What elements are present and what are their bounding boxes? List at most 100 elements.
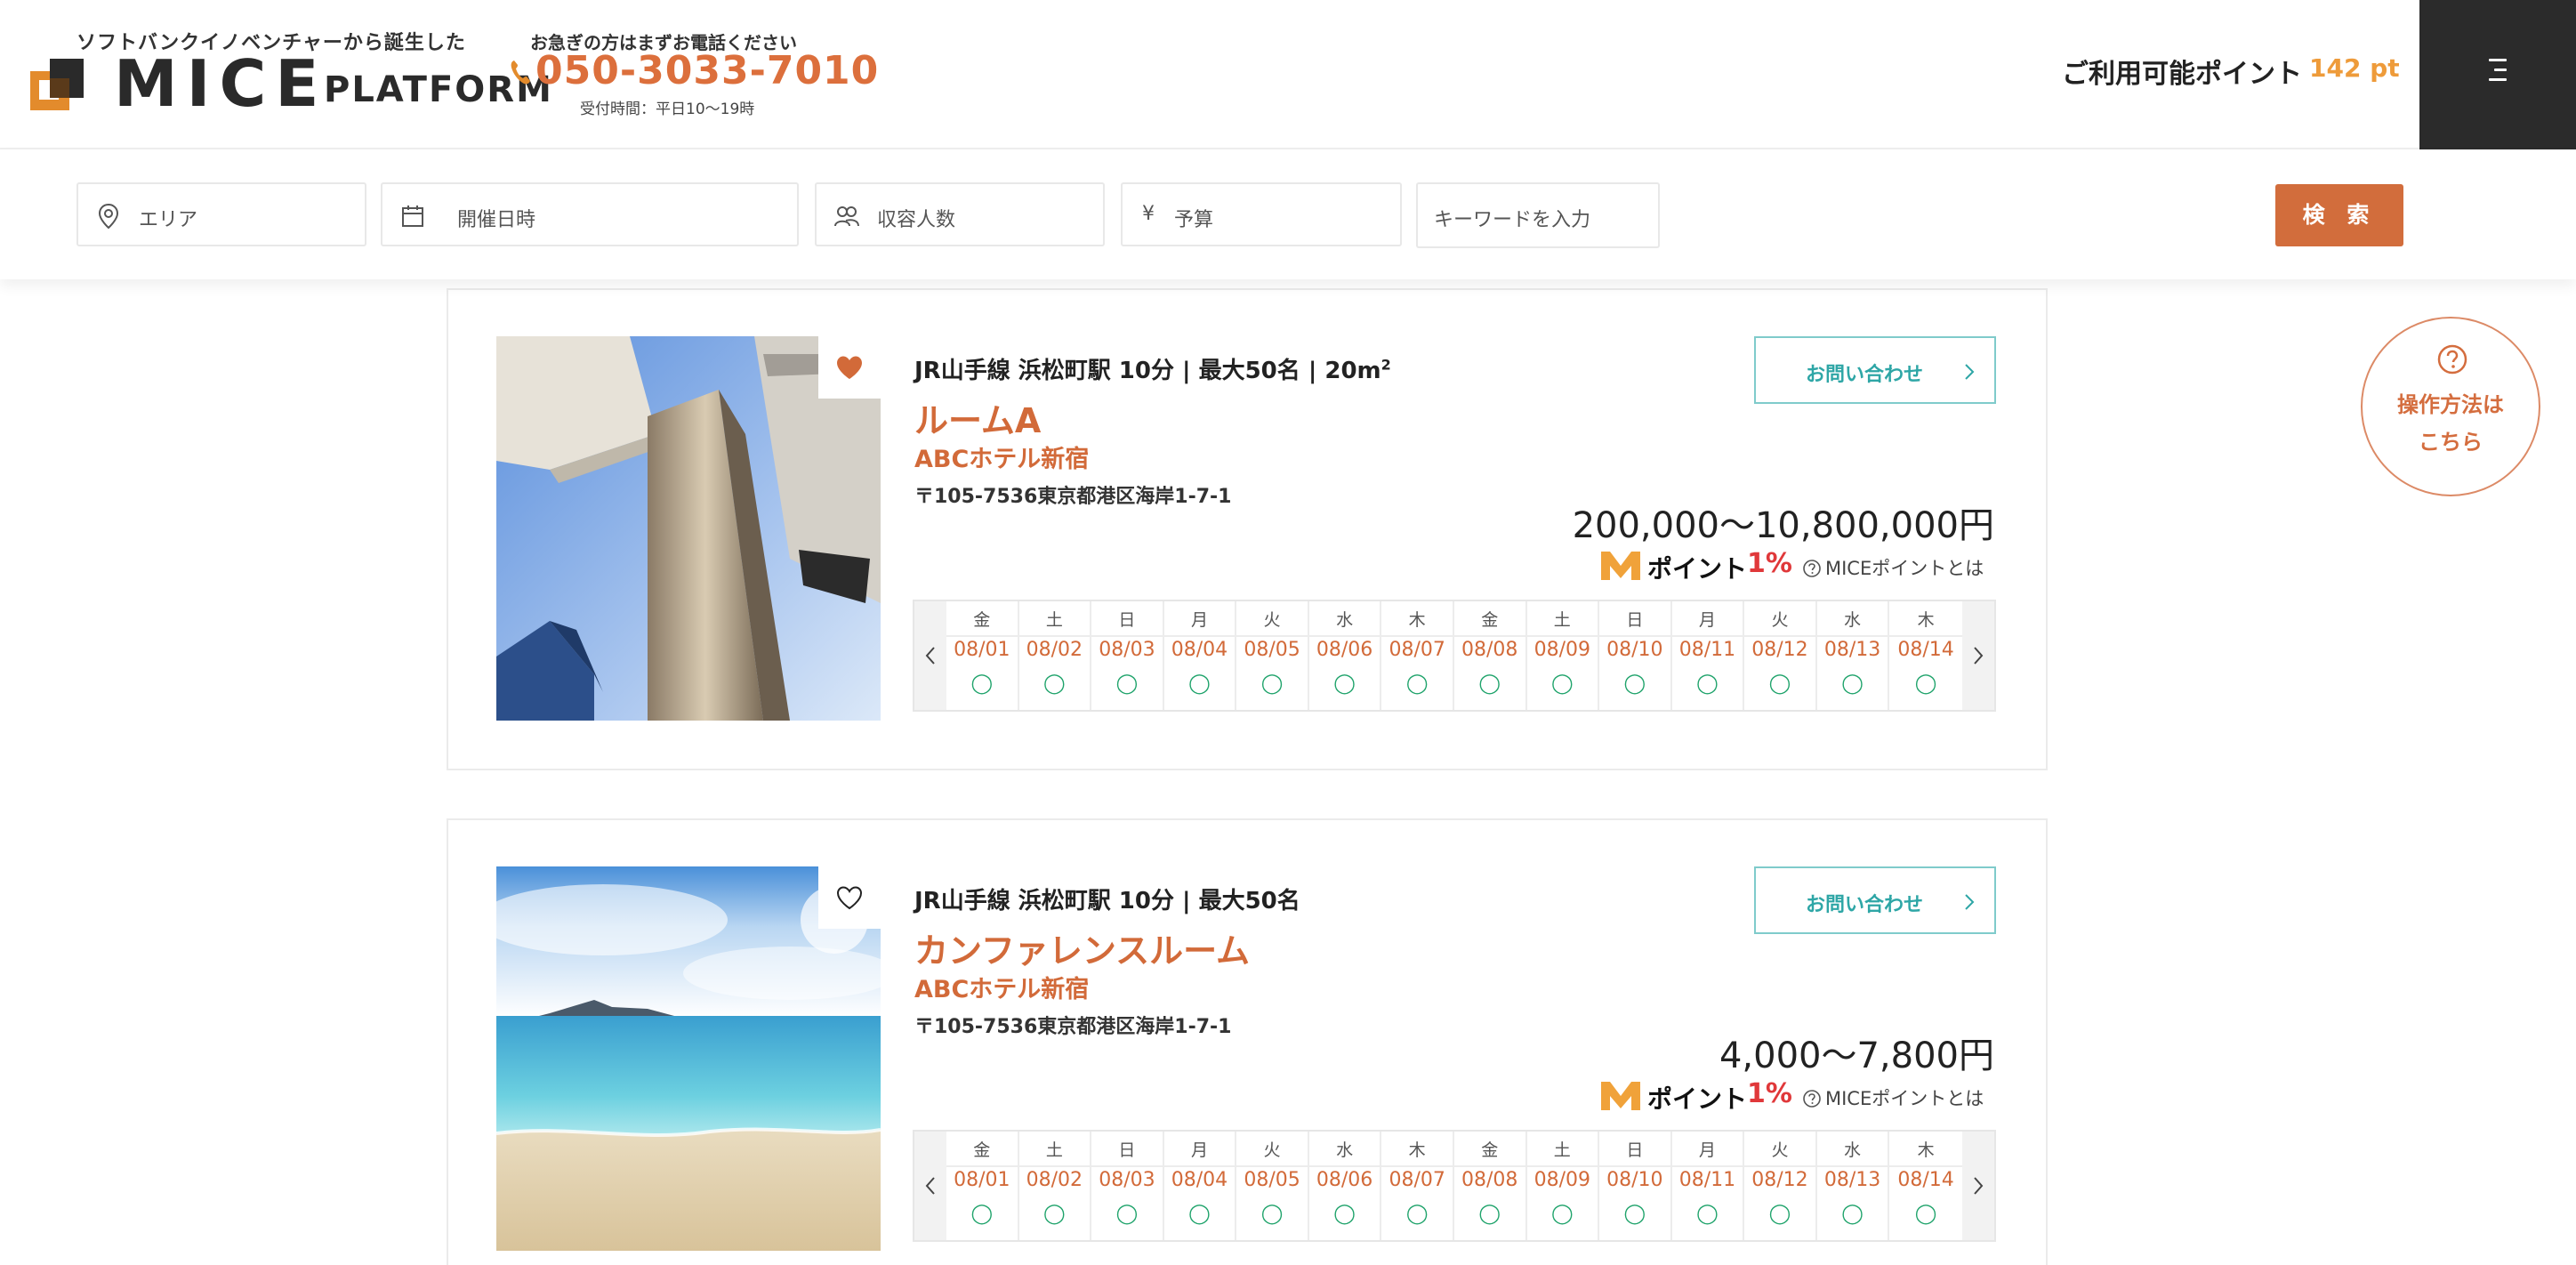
date-field[interactable]: 開催日時 xyxy=(381,182,799,246)
availability-mark: ◯ xyxy=(1550,673,1574,695)
menu-icon xyxy=(2489,59,2507,61)
calendar-next-button[interactable] xyxy=(1962,1132,1994,1240)
day-date: 08/04 xyxy=(1163,1165,1236,1191)
calendar-day[interactable]: 金 08/01 ◯ xyxy=(946,1132,1019,1240)
day-of-week: 木 xyxy=(1917,610,1935,630)
capacity-placeholder: 収容人数 xyxy=(877,209,956,231)
help-guide-button[interactable]: 操作方法は こちら xyxy=(2361,317,2540,496)
search-button[interactable]: 検 索 xyxy=(2275,184,2403,246)
logo-mark-icon[interactable] xyxy=(27,55,87,114)
calendar-day[interactable]: 日 08/03 ◯ xyxy=(1091,1132,1164,1240)
chevron-right-icon xyxy=(1965,894,1975,910)
mice-point-info-link[interactable]: MICEポイントとは xyxy=(1802,554,1984,581)
day-date: 08/10 xyxy=(1599,1165,1670,1191)
availability-calendar: 金 08/01 ◯ 土 08/02 ◯ 日 08/03 ◯ 月 08/04 ◯ 火 08/05 ◯ … xyxy=(913,1130,1996,1242)
availability-mark: ◯ xyxy=(1333,673,1356,695)
day-of-week: 土 xyxy=(1045,1140,1063,1160)
calendar-day[interactable]: 月 08/04 ◯ xyxy=(1163,601,1237,710)
chevron-right-icon xyxy=(1974,647,1984,665)
price-range: 4,000〜7,800円 xyxy=(1719,1035,1994,1076)
day-date: 08/08 xyxy=(1453,635,1525,661)
calendar-prev-button[interactable] xyxy=(914,601,946,710)
chevron-right-icon xyxy=(1974,1177,1984,1195)
calendar-day[interactable]: 日 08/10 ◯ xyxy=(1599,1132,1672,1240)
mice-point-logo-icon xyxy=(1601,1082,1640,1110)
calendar-day[interactable]: 水 08/13 ◯ xyxy=(1816,601,1890,710)
menu-icon-bar xyxy=(2494,68,2507,71)
hamburger-menu-button[interactable] xyxy=(2419,0,2576,149)
day-of-week: 金 xyxy=(973,1140,991,1160)
logo-wordmark[interactable]: MICE xyxy=(114,48,327,119)
inquiry-button[interactable]: お問い合わせ xyxy=(1754,336,1996,404)
inquiry-label: お問い合わせ xyxy=(1806,894,1924,916)
availability-mark: ◯ xyxy=(1043,1203,1066,1225)
question-circle-icon xyxy=(2437,344,2467,375)
calendar-day[interactable]: 火 08/12 ◯ xyxy=(1744,601,1817,710)
budget-field[interactable]: ¥ 予算 xyxy=(1121,182,1402,246)
calendar-day[interactable]: 木 08/07 ◯ xyxy=(1381,1132,1454,1240)
calendar-day[interactable]: 水 08/06 ◯ xyxy=(1308,601,1382,710)
help-text-line1: 操作方法は xyxy=(2397,392,2504,417)
day-of-week: 火 xyxy=(1263,610,1281,630)
calendar-day[interactable]: 日 08/10 ◯ xyxy=(1599,601,1672,710)
hotel-name[interactable]: ABCホテル新宿 xyxy=(914,439,1089,474)
day-of-week: 水 xyxy=(1844,610,1862,630)
calendar-icon xyxy=(402,205,423,227)
calendar-day[interactable]: 木 08/07 ◯ xyxy=(1381,601,1454,710)
hotel-name[interactable]: ABCホテル新宿 xyxy=(914,970,1089,1004)
area-unit-superscript: 2 xyxy=(1381,356,1391,374)
calendar-day[interactable]: 木 08/14 ◯ xyxy=(1889,1132,1962,1240)
day-of-week: 木 xyxy=(1408,610,1426,630)
day-date: 08/09 xyxy=(1526,635,1598,661)
calendar-day[interactable]: 火 08/05 ◯ xyxy=(1236,1132,1309,1240)
calendar-day[interactable]: 金 08/01 ◯ xyxy=(946,601,1019,710)
room-name[interactable]: カンファレンスルーム xyxy=(914,923,1250,972)
day-date: 08/10 xyxy=(1599,635,1670,661)
chevron-left-icon xyxy=(925,1177,935,1195)
calendar-day[interactable]: 金 08/08 ◯ xyxy=(1453,601,1527,710)
favorite-button[interactable] xyxy=(818,336,881,399)
calendar-prev-button[interactable] xyxy=(914,1132,946,1240)
venue-access: JR山手線 浜松町駅 10分 | 最大50名 | 20m2 xyxy=(914,352,1391,385)
calendar-day[interactable]: 月 08/11 ◯ xyxy=(1671,1132,1745,1240)
calendar-day[interactable]: 月 08/04 ◯ xyxy=(1163,1132,1237,1240)
point-percent: 1% xyxy=(1747,548,1792,579)
calendar-day[interactable]: 月 08/11 ◯ xyxy=(1671,601,1745,710)
point-info-text: MICEポイントとは xyxy=(1825,1088,1984,1109)
day-date: 08/12 xyxy=(1744,1165,1815,1191)
availability-mark: ◯ xyxy=(1768,1203,1791,1225)
calendar-day[interactable]: 土 08/02 ◯ xyxy=(1018,1132,1092,1240)
day-of-week: 日 xyxy=(1118,1140,1136,1160)
site-header: ソフトバンクイノベンチャーから誕生した MICE PLATFORM お急ぎの方は… xyxy=(0,0,2576,149)
day-of-week: 水 xyxy=(1336,1140,1354,1160)
inquiry-button[interactable]: お問い合わせ xyxy=(1754,866,1996,934)
day-of-week: 水 xyxy=(1336,610,1354,630)
calendar-day[interactable]: 水 08/13 ◯ xyxy=(1816,1132,1890,1240)
calendar-day[interactable]: 火 08/05 ◯ xyxy=(1236,601,1309,710)
day-date: 08/03 xyxy=(1091,635,1163,661)
calendar-day[interactable]: 土 08/02 ◯ xyxy=(1018,601,1092,710)
calendar-day[interactable]: 日 08/03 ◯ xyxy=(1091,601,1164,710)
day-date: 08/08 xyxy=(1453,1165,1525,1191)
favorite-button[interactable] xyxy=(818,866,881,929)
availability-mark: ◯ xyxy=(1115,673,1139,695)
mice-point-info-link[interactable]: MICEポイントとは xyxy=(1802,1084,1984,1111)
room-name[interactable]: ルームA xyxy=(914,393,1041,442)
calendar-days: 金 08/01 ◯ 土 08/02 ◯ 日 08/03 ◯ 月 08/04 ◯ 火 08/05 ◯ … xyxy=(946,1132,1962,1240)
calendar-day[interactable]: 水 08/06 ◯ xyxy=(1308,1132,1382,1240)
area-field[interactable]: エリア xyxy=(76,182,366,246)
phone-number[interactable]: 050-3033-7010 xyxy=(535,48,879,93)
point-row: ポイント 1% MICEポイントとは xyxy=(1599,1078,2000,1114)
day-date: 08/09 xyxy=(1526,1165,1598,1191)
calendar-day[interactable]: 火 08/12 ◯ xyxy=(1744,1132,1817,1240)
calendar-day[interactable]: 土 08/09 ◯ xyxy=(1526,1132,1600,1240)
capacity-field[interactable]: 収容人数 xyxy=(815,182,1105,246)
keyword-input[interactable]: キーワードを入力 xyxy=(1416,182,1660,248)
day-of-week: 木 xyxy=(1917,1140,1935,1160)
calendar-day[interactable]: 金 08/08 ◯ xyxy=(1453,1132,1527,1240)
calendar-day[interactable]: 木 08/14 ◯ xyxy=(1889,601,1962,710)
calendar-next-button[interactable] xyxy=(1962,601,1994,710)
calendar-day[interactable]: 土 08/09 ◯ xyxy=(1526,601,1600,710)
chevron-left-icon xyxy=(925,647,935,665)
day-of-week: 土 xyxy=(1553,610,1571,630)
